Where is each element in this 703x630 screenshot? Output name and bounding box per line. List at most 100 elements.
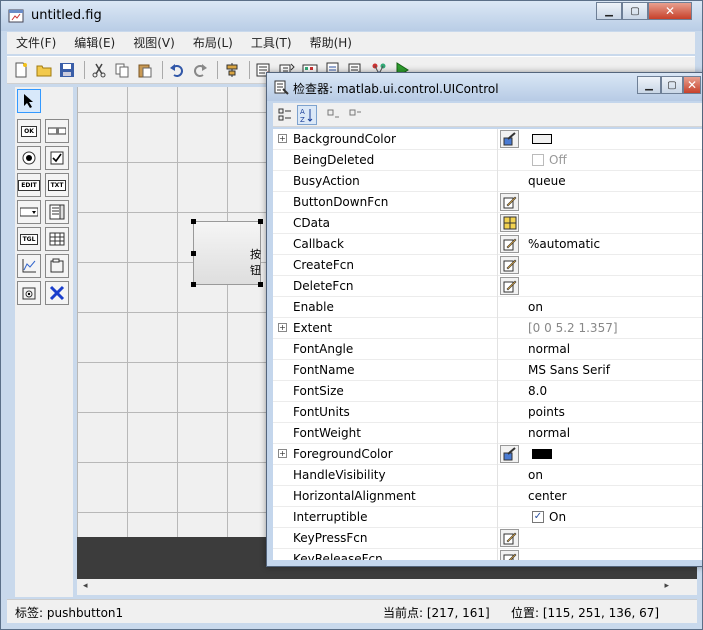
grid-button-icon[interactable] [500,214,519,232]
close-button[interactable]: ✕ [648,2,692,20]
open-folder-icon[interactable] [34,60,54,80]
inspector-maximize-button[interactable]: ▢ [661,76,683,94]
horizontal-scrollbar[interactable]: ◂ ▸ [77,579,697,595]
menu-0[interactable]: 文件(F) [7,32,65,54]
cut-icon[interactable] [89,60,109,80]
resize-handle-tl[interactable] [191,219,196,224]
palette-button-icon[interactable] [500,130,519,148]
edit-button-icon[interactable] [500,256,519,274]
table-tool[interactable] [45,227,69,251]
save-icon[interactable] [57,60,77,80]
property-value[interactable]: on [528,300,543,314]
menu-4[interactable]: 工具(T) [242,32,301,54]
axes-tool[interactable] [17,254,41,278]
property-row-fontname[interactable]: FontName MS Sans Serif [273,360,702,381]
pushbutton1[interactable]: 按钮 [191,219,263,287]
property-value[interactable]: normal [528,426,570,440]
align-icon[interactable] [222,60,242,80]
toggle-tool[interactable]: TGL [17,227,41,251]
property-row-deletefcn[interactable]: DeleteFcn [273,276,702,297]
property-row-fontunits[interactable]: FontUnits points [273,402,702,423]
inspector-close-button[interactable]: ✕ [683,76,701,94]
property-row-horizontalalignment[interactable]: HorizontalAlignment center [273,486,702,507]
property-row-beingdeleted[interactable]: BeingDeleted Off [273,150,702,171]
expand-icon[interactable]: + [278,449,287,458]
copy-icon[interactable] [112,60,132,80]
expand-icon[interactable]: + [278,134,287,143]
property-value[interactable]: [0 0 5.2 1.357] [528,321,618,335]
resize-handle-bl[interactable] [191,282,196,287]
property-checkbox[interactable]: ✓ [532,511,544,523]
property-row-foregroundcolor[interactable]: + ForegroundColor [273,444,702,465]
activex-tool[interactable] [45,281,69,305]
panel-tool[interactable] [45,254,69,278]
property-row-keyreleasefcn[interactable]: KeyReleaseFcn [273,549,702,560]
popup-menu-tool[interactable] [17,200,41,224]
palette-button-icon[interactable] [500,445,519,463]
property-row-extent[interactable]: + Extent [0 0 5.2 1.357] [273,318,702,339]
slider-tool[interactable] [45,119,69,143]
expand-icon[interactable]: + [278,323,287,332]
property-name: Extent [293,321,333,335]
select-tool[interactable] [17,89,41,113]
column-divider [497,276,498,297]
property-row-enable[interactable]: Enable on [273,297,702,318]
property-value[interactable]: MS Sans Serif [528,363,610,377]
menu-3[interactable]: 布局(L) [184,32,242,54]
pushbutton-tool[interactable]: OK [17,119,41,143]
property-row-handlevisibility[interactable]: HandleVisibility on [273,465,702,486]
scroll-right-icon[interactable]: ▸ [664,581,669,591]
edit-button-icon[interactable] [500,277,519,295]
undo-icon[interactable] [167,60,187,80]
paste-icon[interactable] [135,60,155,80]
property-row-keypressfcn[interactable]: KeyPressFcn [273,528,702,549]
column-divider [497,528,498,549]
property-row-callback[interactable]: Callback %automatic [273,234,702,255]
expand-all-icon[interactable] [323,105,343,125]
property-row-busyaction[interactable]: BusyAction queue [273,171,702,192]
edit-button-icon[interactable] [500,529,519,547]
property-row-cdata[interactable]: CData [273,213,702,234]
property-value[interactable]: %automatic [528,237,600,251]
property-row-createfcn[interactable]: CreateFcn [273,255,702,276]
categorize-icon[interactable] [275,105,295,125]
minimize-button[interactable]: ▁ [596,2,622,20]
edit-text-tool[interactable]: EDIT [17,173,41,197]
listbox-tool[interactable] [45,200,69,224]
pushbutton-label: 按钮 [250,248,261,277]
resize-handle-br[interactable] [258,282,263,287]
menu-1[interactable]: 编辑(E) [65,32,124,54]
edit-button-icon[interactable] [500,550,519,560]
resize-handle-l[interactable] [191,251,196,256]
new-file-icon[interactable] [11,60,31,80]
edit-button-icon[interactable] [500,235,519,253]
static-text-tool[interactable]: TXT [45,173,69,197]
redo-icon[interactable] [190,60,210,80]
radio-tool[interactable] [17,146,41,170]
property-value[interactable]: 8.0 [528,384,547,398]
property-row-fontsize[interactable]: FontSize 8.0 [273,381,702,402]
column-divider [497,297,498,318]
collapse-all-icon[interactable] [345,105,365,125]
property-value[interactable]: normal [528,342,570,356]
property-row-backgroundcolor[interactable]: + BackgroundColor [273,129,702,150]
inspector-minimize-button[interactable]: ▁ [637,76,661,94]
status-bar: 标签: pushbutton1 当前点: [217, 161] 位置: [115… [7,599,697,623]
property-row-fontangle[interactable]: FontAngle normal [273,339,702,360]
sort-alphabetical-icon[interactable]: AZ [297,105,317,125]
button-group-tool[interactable] [17,281,41,305]
resize-handle-tr[interactable] [258,219,263,224]
property-row-fontweight[interactable]: FontWeight normal [273,423,702,444]
property-value[interactable]: on [528,468,543,482]
property-value[interactable]: points [528,405,565,419]
scroll-left-icon[interactable]: ◂ [83,581,88,591]
menu-2[interactable]: 视图(V) [124,32,184,54]
property-row-buttondownfcn[interactable]: ButtonDownFcn [273,192,702,213]
checkbox-tool[interactable] [45,146,69,170]
maximize-button[interactable]: ▢ [622,2,648,20]
edit-button-icon[interactable] [500,193,519,211]
property-value[interactable]: center [528,489,567,503]
property-row-interruptible[interactable]: Interruptible ✓ On [273,507,702,528]
property-value[interactable]: queue [528,174,566,188]
menu-5[interactable]: 帮助(H) [301,32,361,54]
